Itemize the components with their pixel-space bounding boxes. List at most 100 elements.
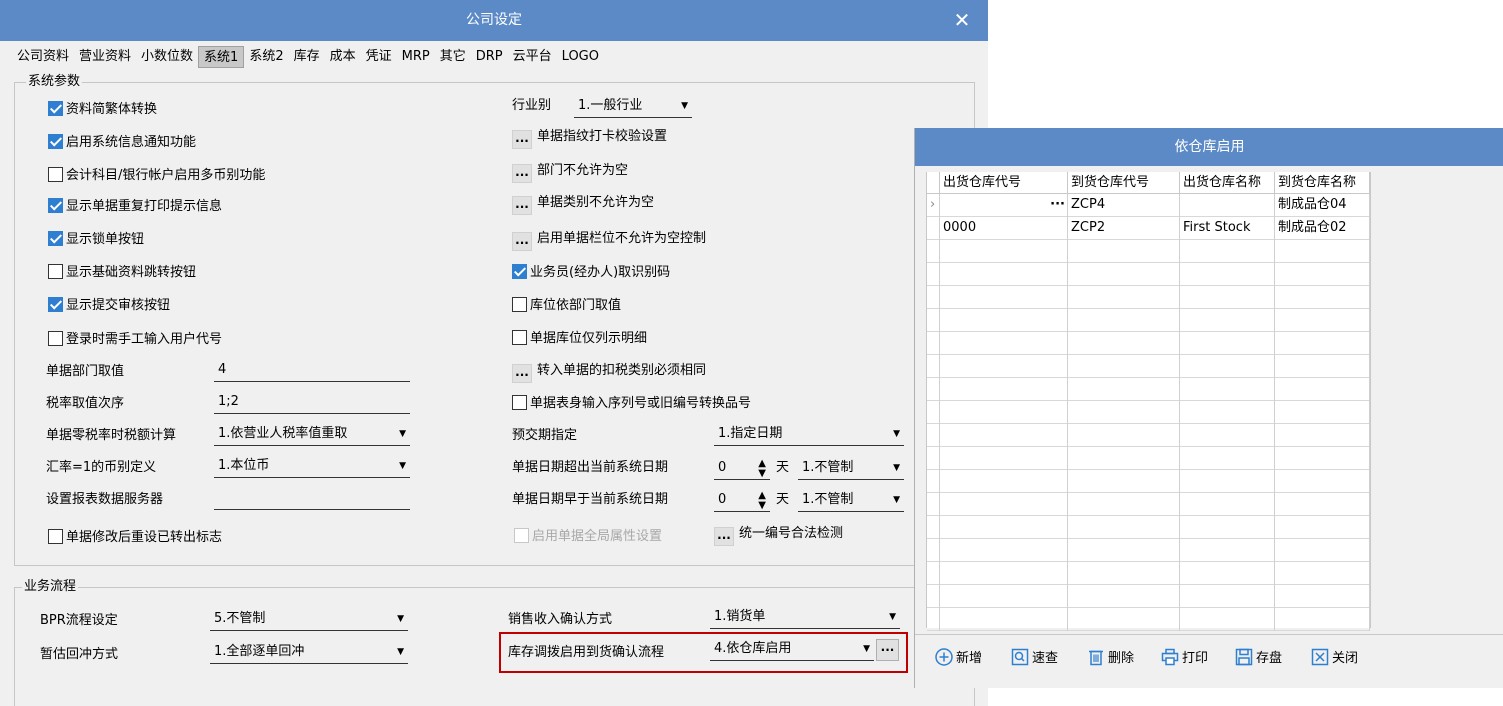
tab-other[interactable]: 其它 (435, 46, 471, 68)
checkbox-icon[interactable] (48, 134, 63, 149)
checkbox-submit-button[interactable]: 显示提交审核按钮 (48, 296, 170, 316)
checkbox-icon[interactable] (48, 231, 63, 246)
tab-decimals[interactable]: 小数位数 (136, 46, 198, 68)
numbering-check-button[interactable]: ... 统一编号合法检测 (714, 524, 843, 546)
table-row[interactable]: 0000 ZCP2 First Stock 制成品仓02 (927, 217, 1370, 240)
date-over-number[interactable]: 0 ▲ ▼ (714, 458, 770, 480)
checkbox-icon[interactable] (48, 101, 63, 116)
recv-name-cell[interactable]: 制成品仓04 (1275, 194, 1370, 217)
delete-button[interactable]: 删除 (1087, 647, 1134, 671)
ellipsis-icon[interactable]: ... (512, 232, 532, 251)
temp-select[interactable]: 1.全部逐单回冲 ▼ (210, 642, 408, 664)
checkbox-icon[interactable] (48, 167, 63, 182)
spinner-icon[interactable]: ▲ ▼ (758, 459, 766, 479)
chevron-down-icon[interactable]: ▼ (893, 490, 900, 510)
recv-name-cell[interactable]: 制成品仓02 (1275, 217, 1370, 240)
ship-code-cell[interactable]: 0000 (940, 217, 1068, 240)
checkbox-icon[interactable] (48, 198, 63, 213)
tab-company-info[interactable]: 公司资料 (12, 46, 74, 68)
checkbox-icon[interactable] (512, 395, 527, 410)
checkbox-icon[interactable] (48, 297, 63, 312)
checkbox-jump-button[interactable]: 显示基础资料跳转按钮 (48, 263, 196, 283)
checkbox-global-attr[interactable]: 启用单据全局属性设置 (514, 527, 662, 547)
dept-value-input[interactable]: 4 (214, 360, 410, 382)
save-button[interactable]: 存盘 (1235, 647, 1282, 671)
checkbox-simp-trad[interactable]: 资料简繁体转换 (48, 100, 157, 120)
recv-code-cell[interactable]: ZCP4 (1068, 194, 1180, 217)
fingerprint-setting-button[interactable]: ... 单据指纹打卡校验设置 (512, 127, 667, 149)
checkbox-salesperson-code[interactable]: 业务员(经办人)取识别码 (512, 263, 670, 283)
transfer-settings-button[interactable]: ... (876, 639, 899, 661)
checkbox-icon[interactable] (512, 297, 527, 312)
bpr-select[interactable]: 5.不管制 ▼ (210, 609, 408, 631)
ellipsis-icon[interactable]: ... (512, 164, 532, 183)
checkbox-manual-login[interactable]: 登录时需手工输入用户代号 (48, 330, 222, 350)
chevron-down-icon[interactable]: ▼ (397, 642, 404, 662)
date-before-select[interactable]: 1.不管制 ▼ (798, 490, 904, 512)
ellipsis-icon[interactable]: ... (714, 527, 734, 546)
date-over-select[interactable]: 1.不管制 ▼ (798, 458, 904, 480)
type-not-null-button[interactable]: ... 单据类别不允许为空 (512, 193, 654, 215)
chevron-down-icon[interactable]: ▼ (397, 609, 404, 629)
add-button[interactable]: 新增 (935, 647, 982, 671)
recv-code-cell[interactable]: ZCP2 (1068, 217, 1180, 240)
tab-voucher[interactable]: 凭证 (361, 46, 397, 68)
table-row[interactable]: › ··· ZCP4 制成品仓04 (927, 194, 1370, 217)
ellipsis-icon[interactable]: ... (512, 364, 532, 383)
tax-type-same-button[interactable]: ... 转入单据的扣税类别必须相同 (512, 361, 706, 383)
col-recv-name[interactable]: 到货仓库名称 (1275, 172, 1370, 194)
tab-drp[interactable]: DRP (471, 46, 508, 68)
tab-system2[interactable]: 系统2 (244, 46, 288, 68)
checkbox-icon[interactable] (48, 264, 63, 279)
checkbox-lock-button[interactable]: 显示锁单按钮 (48, 230, 144, 250)
chevron-down-icon[interactable]: ▼ (399, 424, 406, 444)
industry-select[interactable]: 1.一般行业 ▼ (574, 96, 692, 118)
checkbox-serial-convert[interactable]: 单据表身输入序列号或旧编号转换品号 (512, 394, 751, 414)
tab-cost[interactable]: 成本 (325, 46, 361, 68)
checkbox-location-detail[interactable]: 单据库位仅列示明细 (512, 329, 647, 349)
tab-inventory[interactable]: 库存 (289, 46, 325, 68)
col-ship-name[interactable]: 出货仓库名称 (1180, 172, 1275, 194)
checkbox-reprint-tip[interactable]: 显示单据重复打印提示信息 (48, 197, 222, 217)
checkbox-reset-flag[interactable]: 单据修改后重设已转出标志 (48, 528, 222, 548)
date-before-number[interactable]: 0 ▲ ▼ (714, 490, 770, 512)
chevron-down-icon[interactable]: ▼ (893, 424, 900, 444)
checkbox-icon[interactable] (512, 330, 527, 345)
chevron-down-icon[interactable]: ▼ (893, 458, 900, 478)
checkbox-icon[interactable] (514, 528, 529, 543)
tab-logo[interactable]: LOGO (557, 46, 604, 68)
tab-cloud[interactable]: 云平台 (508, 46, 557, 68)
print-button[interactable]: 打印 (1161, 647, 1208, 671)
ship-code-cell[interactable]: ··· (940, 194, 1068, 217)
rate-currency-select[interactable]: 1.本位币 ▼ (214, 456, 410, 478)
close-icon[interactable]: ✕ (950, 8, 974, 32)
checkbox-icon[interactable] (48, 331, 63, 346)
report-server-input[interactable] (214, 488, 410, 510)
prepay-select[interactable]: 1.指定日期 ▼ (714, 424, 904, 446)
chevron-down-icon[interactable]: ▼ (889, 607, 896, 627)
close-button[interactable]: 关闭 (1311, 647, 1358, 671)
checkbox-multi-currency[interactable]: 会计科目/银行帐户启用多币别功能 (48, 166, 265, 186)
tax-order-input[interactable]: 1;2 (214, 392, 410, 414)
ellipsis-icon[interactable]: ... (512, 196, 532, 215)
zero-tax-select[interactable]: 1.依营业人税率值重取 ▼ (214, 424, 410, 446)
checkbox-location-by-dept[interactable]: 库位依部门取值 (512, 296, 621, 316)
warehouse-grid[interactable]: 出货仓库代号 到货仓库代号 出货仓库名称 到货仓库名称 › ··· ZCP4 制… (926, 172, 1371, 631)
dept-not-null-button[interactable]: ... 部门不允许为空 (512, 161, 628, 183)
col-recv-code[interactable]: 到货仓库代号 (1068, 172, 1180, 194)
ship-name-cell[interactable]: First Stock (1180, 217, 1275, 240)
sales-confirm-select[interactable]: 1.销货单 ▼ (710, 607, 900, 629)
field-not-null-button[interactable]: ... 启用单据栏位不允许为空控制 (512, 229, 706, 251)
tab-mrp[interactable]: MRP (397, 46, 435, 68)
quick-search-button[interactable]: 速查 (1011, 647, 1058, 671)
checkbox-icon[interactable] (48, 529, 63, 544)
tab-system1[interactable]: 系统1 (198, 46, 245, 68)
ship-name-cell[interactable] (1180, 194, 1275, 217)
checkbox-notify[interactable]: 启用系统信息通知功能 (48, 133, 196, 153)
tab-business-info[interactable]: 营业资料 (74, 46, 136, 68)
transfer-confirm-select[interactable]: 4.依仓库启用 ▼ (710, 639, 874, 661)
ellipsis-icon[interactable]: ... (512, 130, 532, 149)
chevron-down-icon[interactable]: ▼ (863, 639, 870, 659)
chevron-down-icon[interactable]: ▼ (681, 96, 688, 116)
chevron-down-icon[interactable]: ▼ (399, 456, 406, 476)
